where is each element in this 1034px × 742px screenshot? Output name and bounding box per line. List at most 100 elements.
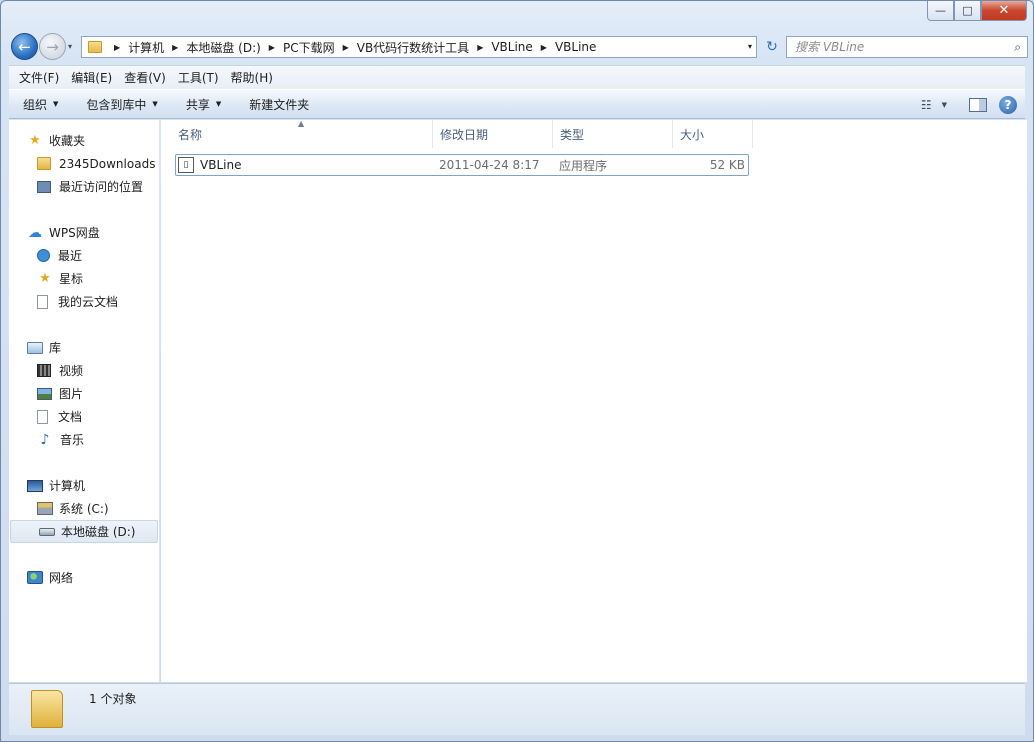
view-icon: ☷ xyxy=(920,98,932,112)
breadcrumb-vb-tool[interactable]: VB代码行数统计工具 xyxy=(357,39,469,56)
sidebar-item-drive-d[interactable]: 本地磁盘 (D:) xyxy=(10,520,158,543)
breadcrumb-separator-icon[interactable]: ▶ xyxy=(477,43,483,52)
sidebar-item-label: 计算机 xyxy=(49,479,86,493)
menu-tools[interactable]: 工具(T) xyxy=(172,69,225,86)
hard-drive-icon xyxy=(39,527,55,536)
breadcrumb-separator-icon[interactable]: ▶ xyxy=(114,43,120,52)
include-in-library-label: 包含到库中 xyxy=(86,97,147,112)
breadcrumb-vbline[interactable]: VBLine xyxy=(491,40,532,54)
breadcrumb-pc-download[interactable]: PC下载网 xyxy=(283,39,335,56)
sidebar-item-wps-recent[interactable]: 最近 xyxy=(9,244,160,267)
breadcrumb-computer[interactable]: 计算机 xyxy=(128,39,164,56)
sidebar-item-wps-starred[interactable]: ★ 星标 xyxy=(9,267,160,290)
sidebar-item-network[interactable]: 网络 xyxy=(9,566,160,589)
sidebar-item-label: 最近访问的位置 xyxy=(59,180,144,194)
sidebar-item-label: 2345Downloads xyxy=(59,156,156,171)
menu-file[interactable]: 文件(F) xyxy=(13,69,65,86)
sidebar-item-libraries[interactable]: 库 xyxy=(9,336,160,359)
chevron-down-icon: ▼ xyxy=(941,101,947,109)
file-type-cell: 应用程序 xyxy=(559,158,608,173)
close-button[interactable]: ✕ xyxy=(981,1,1027,21)
column-header-label: 修改日期 xyxy=(440,127,489,142)
forward-button[interactable]: → xyxy=(39,33,66,60)
search-icon[interactable]: ⌕ xyxy=(1014,40,1021,55)
refresh-button[interactable]: ↻ xyxy=(761,36,783,58)
chevron-down-icon: ▼ xyxy=(215,100,222,108)
breadcrumb-separator-icon[interactable]: ▶ xyxy=(172,43,178,52)
menu-bar: 文件(F) 编辑(E) 查看(V) 工具(T) 帮助(H) xyxy=(9,65,1025,89)
system-drive-icon xyxy=(37,502,53,515)
sidebar-item-label: 收藏夹 xyxy=(49,134,86,148)
music-icon: ♪ xyxy=(40,431,50,448)
back-button[interactable]: ← xyxy=(11,33,38,60)
navigation-row: ← → ▾ ▶ 计算机 ▶ 本地磁盘 (D:) ▶ PC下载网 ▶ VB代码行数… xyxy=(9,32,1028,60)
file-list-pane: ▲ 名称 修改日期 类型 大小 ▯ VBLine 2011-04-24 8:17… xyxy=(161,119,1027,682)
sidebar-item-videos[interactable]: 视频 xyxy=(9,359,160,382)
sidebar-item-wps-cloud-docs[interactable]: 我的云文档 xyxy=(9,290,160,313)
column-header-name[interactable]: 名称 xyxy=(171,120,433,148)
sidebar-item-label: 网络 xyxy=(49,571,74,585)
sidebar-item-documents[interactable]: 文档 xyxy=(9,405,160,428)
maximize-button[interactable]: □ xyxy=(954,1,981,21)
command-bar-right: ☷ ▼ ? xyxy=(911,90,1025,120)
sidebar-item-wps[interactable]: ☁ WPS网盘 xyxy=(9,221,160,244)
search-box[interactable]: ⌕ xyxy=(786,36,1028,58)
explorer-window: — □ ✕ ← → ▾ ▶ 计算机 ▶ 本地磁盘 (D:) ▶ PC下载网 ▶ … xyxy=(0,0,1034,742)
chevron-down-icon: ▼ xyxy=(152,100,158,108)
sidebar-item-label: 系统 (C:) xyxy=(59,502,109,516)
help-icon[interactable]: ? xyxy=(999,96,1017,114)
folder-icon xyxy=(88,41,102,53)
column-header-label: 类型 xyxy=(560,127,585,142)
table-row[interactable]: ▯ VBLine 2011-04-24 8:17 应用程序 52 KB xyxy=(175,154,749,176)
preview-pane-button[interactable] xyxy=(969,98,987,112)
breadcrumb-separator-icon[interactable]: ▶ xyxy=(541,43,547,52)
navigation-pane: ★ 收藏夹 2345Downloads 最近访问的位置 ☁ WPS网盘 最近 ★… xyxy=(9,120,160,682)
sidebar-item-pictures[interactable]: 图片 xyxy=(9,382,160,405)
file-size-cell: 52 KB xyxy=(709,158,745,172)
share-label: 共享 xyxy=(185,97,210,112)
sidebar-item-label: 图片 xyxy=(59,387,84,401)
sidebar-item-computer[interactable]: 计算机 xyxy=(9,474,160,497)
sidebar-item-label: 我的云文档 xyxy=(58,295,119,309)
address-bar[interactable]: ▶ 计算机 ▶ 本地磁盘 (D:) ▶ PC下载网 ▶ VB代码行数统计工具 ▶… xyxy=(81,36,757,58)
document-icon xyxy=(37,294,48,309)
breadcrumb-separator-icon[interactable]: ▶ xyxy=(269,43,275,52)
breadcrumb-separator-icon[interactable]: ▶ xyxy=(343,43,349,52)
breadcrumb: ▶ 计算机 ▶ 本地磁盘 (D:) ▶ PC下载网 ▶ VB代码行数统计工具 ▶… xyxy=(106,39,596,56)
organize-button[interactable]: 组织 ▼ xyxy=(9,96,72,113)
menu-edit[interactable]: 编辑(E) xyxy=(65,69,118,86)
new-folder-button[interactable]: 新建文件夹 xyxy=(235,96,323,113)
sidebar-item-2345downloads[interactable]: 2345Downloads xyxy=(9,152,160,175)
network-icon xyxy=(27,571,43,584)
sidebar-item-label: 音乐 xyxy=(60,433,85,447)
sidebar-item-music[interactable]: ♪ 音乐 xyxy=(9,428,160,451)
change-view-button[interactable]: ☷ ▼ xyxy=(911,98,957,112)
minimize-button[interactable]: — xyxy=(927,1,954,21)
sidebar-item-drive-c[interactable]: 系统 (C:) xyxy=(9,497,160,520)
sidebar-item-label: 文档 xyxy=(58,410,83,424)
breadcrumb-vbline-current[interactable]: VBLine xyxy=(555,40,596,54)
menu-help[interactable]: 帮助(H) xyxy=(225,69,279,86)
breadcrumb-drive-d[interactable]: 本地磁盘 (D:) xyxy=(186,39,260,56)
refresh-icon: ↻ xyxy=(766,39,778,55)
menu-view[interactable]: 查看(V) xyxy=(118,69,172,86)
file-name: VBLine xyxy=(200,158,242,172)
search-input[interactable] xyxy=(795,40,1005,54)
folder-icon xyxy=(37,157,51,170)
window-controls: — □ ✕ xyxy=(927,1,1027,21)
video-icon xyxy=(37,364,51,377)
share-button[interactable]: 共享 ▼ xyxy=(172,96,235,113)
address-dropdown-icon[interactable]: ▾ xyxy=(748,42,752,51)
sidebar-item-label: 库 xyxy=(49,341,62,355)
new-folder-label: 新建文件夹 xyxy=(249,97,310,112)
sidebar-item-favorites[interactable]: ★ 收藏夹 xyxy=(9,129,160,152)
file-modified-cell: 2011-04-24 8:17 xyxy=(439,158,540,172)
include-in-library-button[interactable]: 包含到库中 ▼ xyxy=(72,96,171,113)
sidebar-item-recent-places[interactable]: 最近访问的位置 xyxy=(9,175,160,198)
application-icon: ▯ xyxy=(178,157,194,173)
column-header-size[interactable]: 大小 xyxy=(673,120,753,148)
recent-pages-dropdown[interactable]: ▾ xyxy=(68,42,72,51)
recent-places-icon xyxy=(37,180,51,193)
column-header-modified[interactable]: 修改日期 xyxy=(433,120,553,148)
column-header-type[interactable]: 类型 xyxy=(553,120,673,148)
